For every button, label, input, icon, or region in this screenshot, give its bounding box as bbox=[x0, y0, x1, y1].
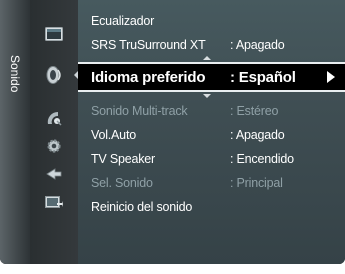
menu-item-value: : Apagado bbox=[230, 128, 285, 142]
channel-icon[interactable] bbox=[30, 103, 78, 133]
menu-item-value: : Español bbox=[230, 68, 296, 86]
application-icon[interactable] bbox=[30, 187, 78, 217]
menu-item-auto-volume[interactable]: Vol.Auto : Apagado bbox=[78, 123, 345, 147]
category-tab: Sonido bbox=[0, 0, 30, 264]
menu-item-label: Ecualizador bbox=[91, 14, 155, 28]
menu-item-tv-speaker[interactable]: TV Speaker : Encendido bbox=[78, 147, 345, 171]
menu-item-label: Reinicio del sonido bbox=[91, 200, 193, 214]
menu-item-srs-trusurround[interactable]: SRS TruSurround XT : Apagado bbox=[78, 33, 345, 57]
menu-item-value: : Apagado bbox=[230, 38, 285, 52]
menu-item-value: : Principal bbox=[230, 176, 283, 190]
menu-item-label: Sel. Sonido bbox=[91, 176, 153, 190]
scroll-down-arrow bbox=[203, 94, 211, 98]
menu-item-equalizer[interactable]: Ecualizador bbox=[78, 9, 345, 33]
setup-icon[interactable] bbox=[30, 131, 78, 161]
icon-column bbox=[30, 0, 78, 264]
menu-item-value: : Estéreo bbox=[230, 104, 279, 118]
menu-item-multi-track-sound: Sonido Multi-track : Estéreo bbox=[78, 99, 345, 123]
menu-panel: Sonido Ecualizador SRS TruSurround XT: … bbox=[0, 0, 345, 264]
picture-icon[interactable] bbox=[30, 19, 78, 49]
category-label: Sonido bbox=[8, 55, 22, 93]
chevron-right-icon bbox=[327, 71, 335, 83]
menu-item-label: Vol.Auto bbox=[91, 128, 136, 142]
menu-item-label: SRS TruSurround XT bbox=[91, 38, 206, 52]
menu-item-label: TV Speaker bbox=[91, 152, 156, 166]
tv-osd-menu: Sonido Ecualizador SRS TruSurround XT: … bbox=[0, 0, 345, 274]
input-icon[interactable] bbox=[30, 159, 78, 189]
menu-item-sound-reset[interactable]: Reinicio del sonido bbox=[78, 195, 345, 219]
scroll-up-arrow bbox=[203, 56, 211, 60]
menu-item-label: Sonido Multi-track bbox=[91, 104, 188, 118]
sound-menu-list: Ecualizador SRS TruSurround XT : Apagado… bbox=[78, 0, 345, 264]
menu-item-preferred-language[interactable]: Idioma preferido : Español bbox=[78, 62, 345, 92]
menu-item-label: Idioma preferido bbox=[91, 68, 206, 86]
menu-item-value: : Encendido bbox=[230, 152, 294, 166]
menu-item-sound-select: Sel. Sonido : Principal bbox=[78, 171, 345, 195]
sound-icon[interactable] bbox=[30, 60, 78, 90]
